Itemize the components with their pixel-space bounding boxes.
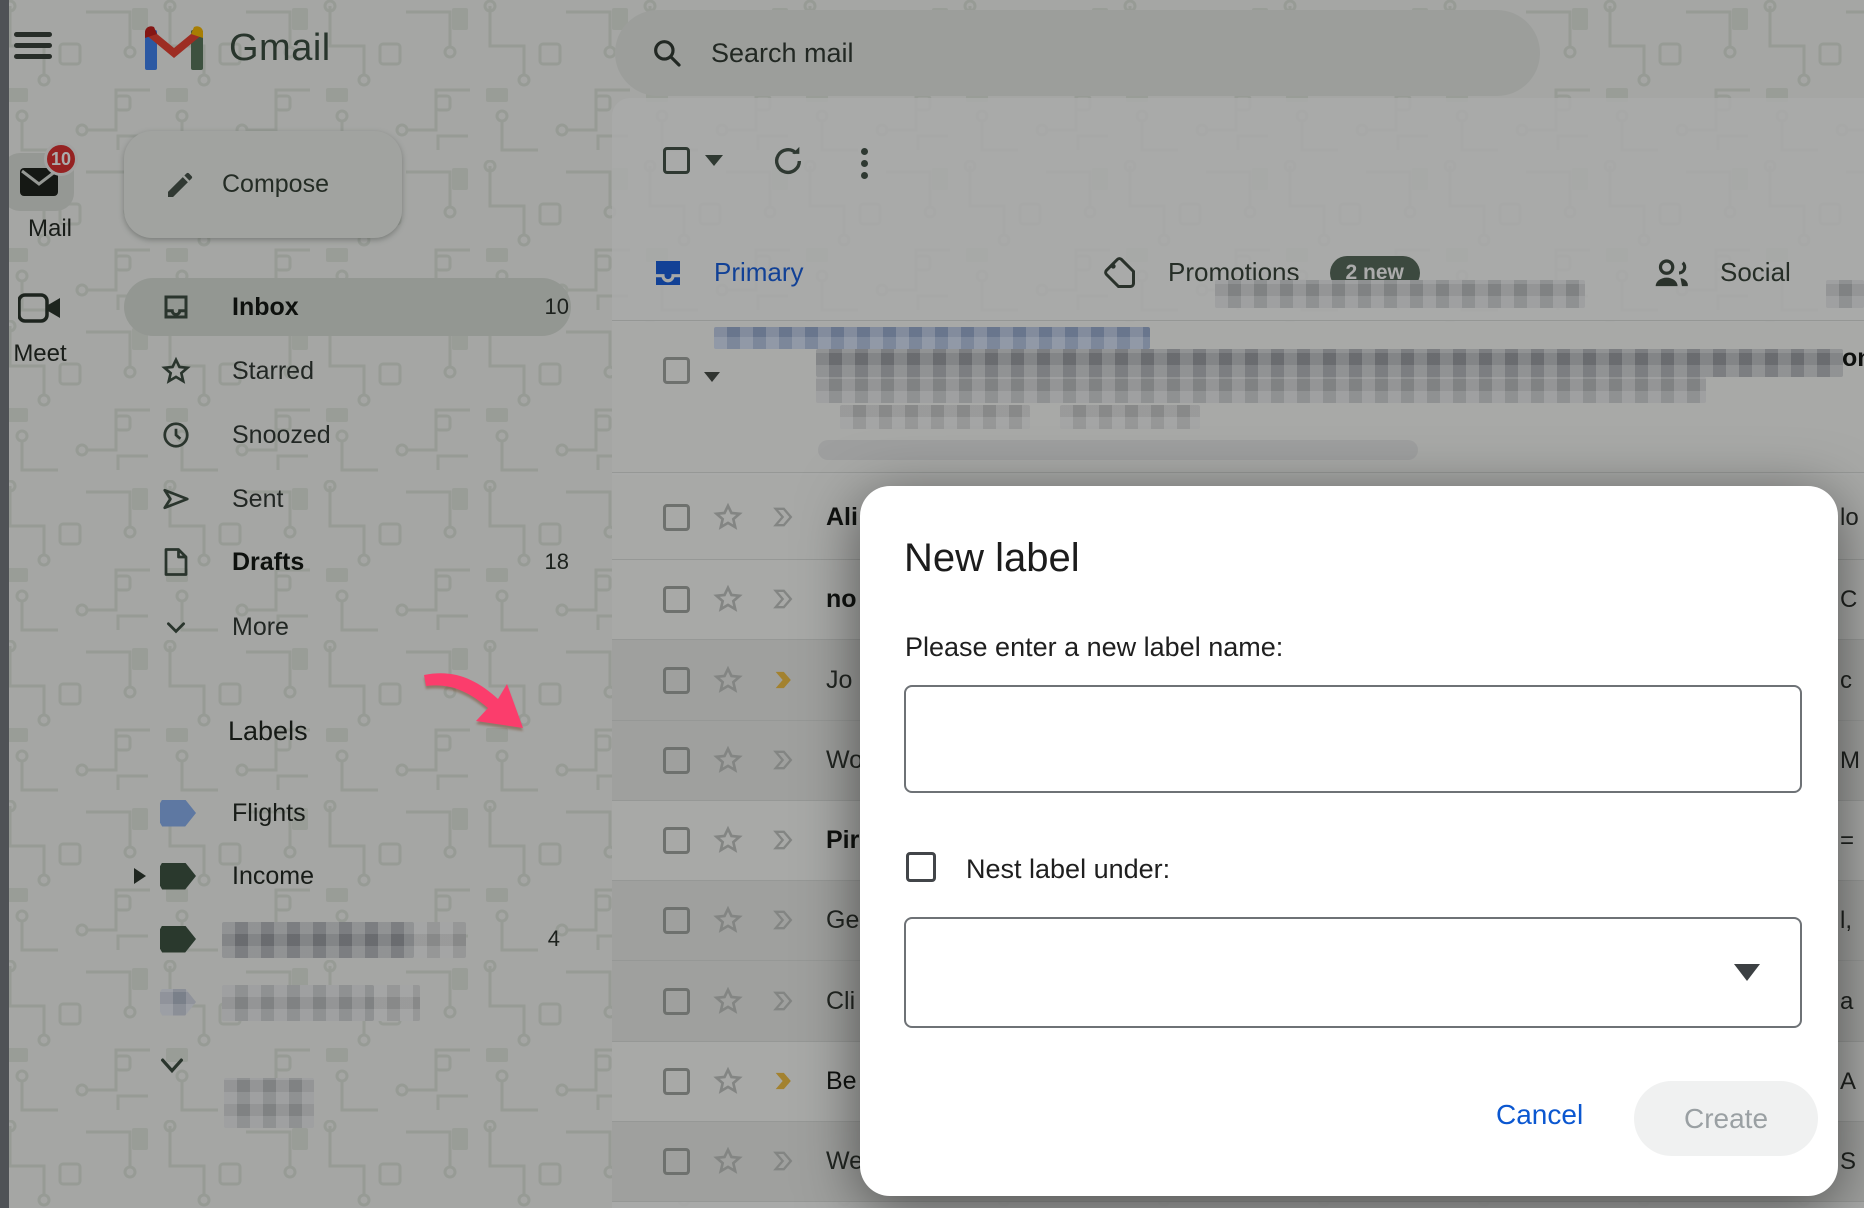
create-button[interactable]: Create <box>1634 1081 1818 1156</box>
dialog-title: New label <box>904 536 1080 581</box>
dialog-prompt: Please enter a new label name: <box>905 632 1283 663</box>
select-caret-icon <box>1734 964 1760 981</box>
gmail-screen: 10 Mail Meet Compose Inbox 10 Star <box>0 0 1864 1208</box>
nest-label-checkbox[interactable] <box>906 852 936 882</box>
annotation-arrow <box>410 655 540 745</box>
nest-label-text: Nest label under: <box>966 854 1170 885</box>
label-name-input[interactable] <box>904 685 1802 793</box>
parent-label-select[interactable] <box>904 917 1802 1028</box>
new-label-dialog: New label Please enter a new label name:… <box>860 486 1838 1196</box>
cancel-button[interactable]: Cancel <box>1490 1098 1589 1132</box>
